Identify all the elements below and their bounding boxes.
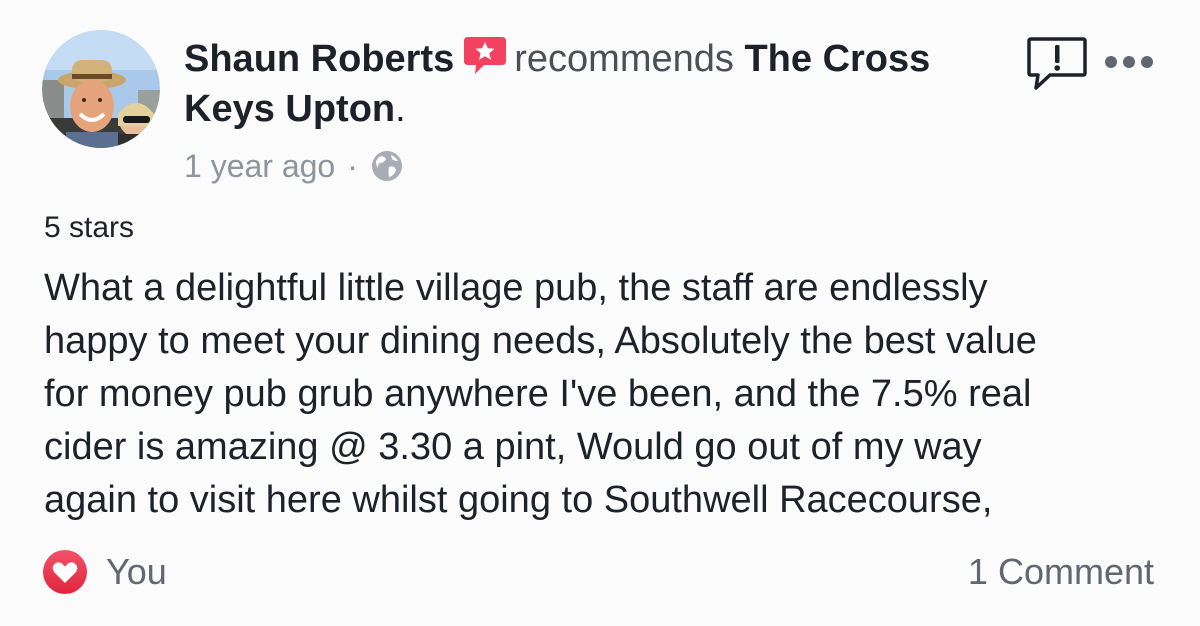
comments-count-link[interactable]: 1 Comment (968, 548, 1154, 596)
more-options-icon[interactable] (1102, 52, 1156, 72)
reactions-summary[interactable]: You (42, 548, 167, 596)
post-header: Shaun Roberts recommends The Cross Keys … (184, 34, 1014, 134)
review-line: What a delightful little village pub, th… (44, 267, 988, 309)
heart-icon (43, 550, 87, 594)
review-line: happy to meet your dining needs, Absolut… (44, 320, 1037, 362)
meta-separator: · (347, 148, 358, 184)
recommend-badge-icon (464, 37, 507, 74)
rating-label: 5 stars (44, 211, 135, 244)
report-icon[interactable] (1026, 36, 1088, 92)
review-body: What a delightful little village pub, th… (44, 262, 1164, 527)
author-name[interactable]: Shaun Roberts (184, 38, 454, 80)
timestamp[interactable]: 1 year ago (184, 146, 335, 186)
review-post: Shaun Roberts recommends The Cross Keys … (0, 0, 1200, 626)
review-line: for money pub grub anywhere I've been, a… (44, 373, 1032, 415)
review-line: again to visit here whilst going to Sout… (44, 479, 993, 521)
review-line: cider is amazing @ 3.30 a pint, Would go… (44, 426, 982, 468)
author-avatar[interactable] (42, 30, 160, 148)
post-meta: 1 year ago · (184, 146, 404, 186)
globe-icon (371, 151, 402, 181)
place-suffix: . (395, 88, 406, 130)
recommends-verb: recommends (514, 38, 734, 80)
reactions-label: You (106, 551, 167, 592)
